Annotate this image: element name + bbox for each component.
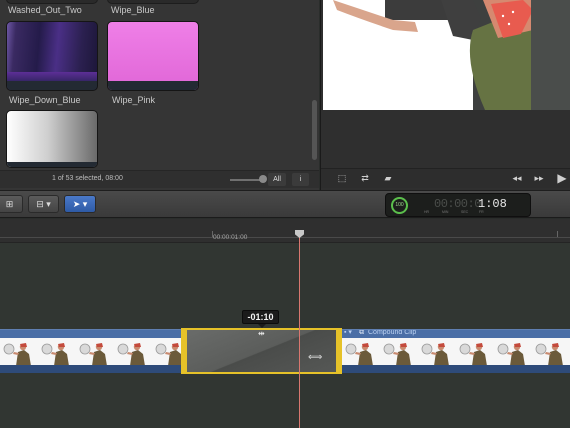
browser-action-button[interactable]: i: [292, 173, 309, 186]
filmstrip-frame: [456, 338, 494, 366]
ruler-baseline: [0, 237, 570, 238]
filmstrip-frame: [342, 338, 380, 366]
playhead[interactable]: [299, 231, 300, 428]
timecode-value: 1:08: [478, 197, 507, 211]
select-tool-button[interactable]: ➤ ▾: [64, 195, 96, 213]
compound-clip-name: Compound Clip: [368, 329, 417, 336]
timecode-unit-min: MIN: [442, 210, 449, 214]
filmstrip-frame: [38, 338, 76, 366]
clip-filmstrip-bar: [7, 162, 97, 167]
transform-icon[interactable]: ⇄: [357, 172, 373, 185]
clip-menu-icon[interactable]: ▪ ▾: [344, 330, 352, 336]
timecode-unit-sec: SEC: [461, 210, 469, 214]
crop-icon[interactable]: ▰: [380, 172, 396, 185]
clip-size-slider-knob[interactable]: [259, 175, 267, 183]
arrow-cursor-icon: ➤ ▾: [72, 199, 88, 209]
clip-label-wipe-down-blue: Wipe_Down_Blue: [9, 95, 81, 105]
clip-filmstrip-bar: [108, 81, 198, 90]
primary-storyline[interactable]: ⇹ ⟺ ▪ ▾ ⧉ Compound Clip: [0, 323, 570, 375]
video-frame-image: [323, 0, 570, 110]
next-frame-icon[interactable]: ▸▸: [531, 172, 547, 185]
filmstrip-frame: [380, 338, 418, 366]
ruler-tick: [557, 231, 558, 237]
trim-duration-tooltip: -01:10: [242, 310, 279, 328]
viewer-controls-bar: ⬚ ⇄ ▰ ◂◂ ▸▸ ▶: [321, 168, 570, 188]
compound-clip-icon: ⧉: [359, 329, 364, 336]
clip-filmstrip: [342, 338, 570, 366]
event-browser: Washed_Out_Two Wipe_Blue Wipe_Down_Blue …: [0, 0, 319, 190]
clip-label-washed-out-two: Washed_Out_Two: [8, 5, 82, 15]
clip-audio-bar: [342, 365, 570, 373]
clip-filmstrip: [0, 338, 181, 366]
clip-label-wipe-pink: Wipe_Pink: [112, 95, 156, 105]
compound-clip[interactable]: ▪ ▾ ⧉ Compound Clip: [342, 329, 570, 373]
filmstrip-frame: [532, 338, 570, 366]
clip-filmstrip-bar: [7, 81, 97, 90]
clip-thumb-washed-out-two[interactable]: [6, 0, 98, 4]
browser-status-bar: 1 of 53 selected, 08:00 All i: [0, 170, 319, 188]
fit-icon[interactable]: ⬚: [334, 172, 350, 185]
timeline-ruler[interactable]: 00:00:01:00: [0, 219, 570, 243]
play-icon[interactable]: ▶: [554, 172, 570, 185]
clip-thumb-gradient[interactable]: [6, 110, 98, 168]
timeline[interactable]: 00:00:01:00 ⇹ ⟺ ▪ ▾ ⧉ Compound Clip: [0, 219, 570, 428]
selection-status-text: 1 of 53 selected, 08:00: [52, 175, 123, 182]
timecode-dim-digits: 00:00:0: [434, 197, 481, 211]
ruler-timecode-label: 00:00:01:00: [213, 234, 248, 241]
filter-all-button[interactable]: All: [268, 173, 286, 186]
append-clip-button[interactable]: ⊞: [0, 195, 23, 213]
selection-left-edge[interactable]: [183, 330, 187, 372]
insert-clip-button[interactable]: ⊟ ▾: [28, 195, 59, 213]
clip-thumb-wipe-blue[interactable]: [107, 0, 199, 4]
clip-thumb-wipe-down-blue[interactable]: [6, 21, 98, 91]
viewer-video-frame: [323, 0, 570, 110]
selection-right-edge[interactable]: [336, 330, 340, 372]
filmstrip-frame: [76, 338, 114, 366]
timecode-unit-hr: HR: [424, 210, 430, 214]
viewer: ⬚ ⇄ ▰ ◂◂ ▸▸ ▶: [320, 0, 570, 190]
clip-audio-bar: [0, 365, 181, 373]
previous-frame-icon[interactable]: ◂◂: [509, 172, 525, 185]
clip-thumb-wipe-pink[interactable]: [107, 21, 199, 91]
timecode-unit-fr: FR: [479, 210, 484, 214]
background-tasks-indicator[interactable]: 100: [391, 197, 408, 214]
filmstrip-frame: [418, 338, 456, 366]
filmstrip-frame: [494, 338, 532, 366]
filmstrip-frame: [0, 338, 38, 366]
dashboard-timecode-display[interactable]: 100 00:00:0 1:08 HR MIN SEC FR: [385, 193, 531, 217]
clip-header-bar: ▪ ▾ ⧉ Compound Clip: [342, 330, 570, 338]
video-clip-left[interactable]: [0, 329, 181, 373]
filmstrip-frame: [114, 338, 152, 366]
browser-scrollbar[interactable]: [312, 100, 317, 160]
timeline-toolbar: ⊞ ⊟ ▾ ➤ ▾ 100 00:00:0 1:08 HR MIN SEC FR: [0, 190, 570, 218]
filmstrip-frame: [152, 338, 181, 366]
clip-label-wipe-blue: Wipe_Blue: [111, 5, 155, 15]
fcp-window: Washed_Out_Two Wipe_Blue Wipe_Down_Blue …: [0, 0, 570, 428]
selected-gap-clip[interactable]: ⇹ ⟺: [181, 328, 342, 374]
resize-cursor-icon: ⟺: [308, 352, 323, 363]
clip-header-bar: [0, 330, 181, 338]
